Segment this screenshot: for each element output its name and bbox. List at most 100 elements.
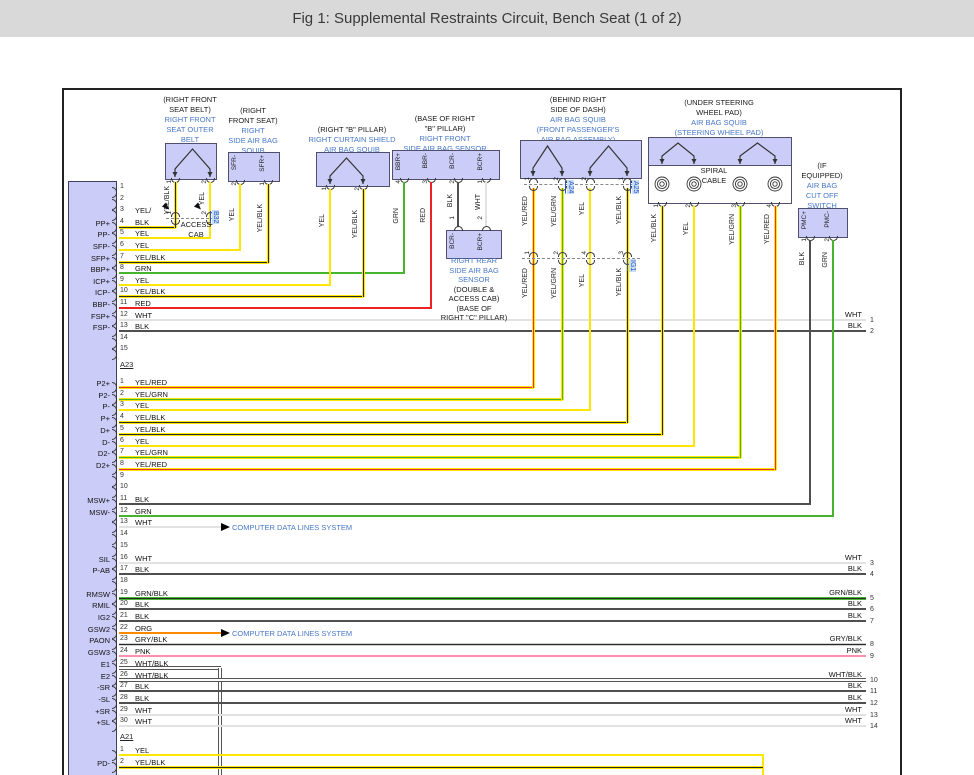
wire-color-label: WHT <box>475 194 482 210</box>
pin-number: 7 <box>120 253 124 260</box>
terminal-cup <box>482 226 491 231</box>
pin-number: 5 <box>120 425 124 432</box>
pin-number: 16 <box>120 554 128 561</box>
pin-number: 1 <box>120 183 124 190</box>
ecu-pin-name: -SR <box>78 683 110 692</box>
ecu-pin-name: RMSW <box>78 590 110 599</box>
pin-number: 10 <box>120 483 128 490</box>
wire-YEL/RED <box>532 188 535 388</box>
edge-wire-number: 7 <box>870 618 874 625</box>
wire-color-label: YEL/RED <box>522 268 529 298</box>
squib-symbol <box>316 152 388 185</box>
connector-id-tag[interactable]: A24 <box>567 180 574 194</box>
ecu-pin-name: E2 <box>78 672 110 681</box>
wire-color-label: YEL <box>579 202 586 215</box>
wire-WHT <box>485 182 487 227</box>
wire-WHT/BLK <box>119 678 866 682</box>
pin-number: 15 <box>120 542 128 549</box>
component-pin-label: BCR+ <box>477 233 484 251</box>
component-caption: (UNDER STEERINGWHEEL PAD) <box>659 98 779 118</box>
data-lines-label: COMPUTER DATA LINES SYSTEM <box>232 629 352 638</box>
edge-wire-color: WHT <box>792 716 862 725</box>
ecu-pin-name: MSW- <box>78 508 110 517</box>
ecu-pin-name: SIL <box>78 555 110 564</box>
wire-color-label: YEL <box>579 274 586 287</box>
ecu-pin-name: D2+ <box>78 461 110 470</box>
wire-color-label: RED <box>420 208 427 223</box>
ecu-pin-name: FSP- <box>78 323 110 332</box>
ecu-pin-name: RMIL <box>78 601 110 610</box>
pin-number: 4 <box>120 413 124 420</box>
edge-wire-number: 13 <box>870 712 878 719</box>
squib-symbol <box>520 140 640 177</box>
inline-pin-number: 1 <box>166 211 173 215</box>
wire-GRN/BLK <box>119 597 866 600</box>
pin-number: 8 <box>120 460 124 467</box>
wire-YEL <box>119 249 241 251</box>
pin-number: 13 <box>120 518 128 525</box>
component-pin-label: BCR- <box>449 153 456 169</box>
wire-ORG <box>119 632 221 634</box>
wire-YEL <box>119 445 695 447</box>
ecu-pin-name: D- <box>78 438 110 447</box>
ecu-pin-name: GSW2 <box>78 625 110 634</box>
pin-number: 28 <box>120 694 128 701</box>
wire-RED <box>430 182 432 309</box>
ecu-pin-name: D2- <box>78 449 110 458</box>
pin-number: 1 <box>120 746 124 753</box>
connector-id-tag[interactable]: B32 <box>212 210 219 224</box>
connector-id-tag[interactable]: A25 <box>632 180 639 194</box>
pin-number: 14 <box>120 334 128 341</box>
ecu-pin-name: PP- <box>78 230 110 239</box>
component-pin-label: BBR- <box>422 153 429 169</box>
edge-wire-color: BLK <box>792 681 862 690</box>
pin-number: 21 <box>120 612 128 619</box>
wire-RED <box>119 307 432 309</box>
component-pin-number: 3 <box>731 204 738 208</box>
wire-YEL/RED <box>774 206 777 470</box>
wire-YEL/BLK <box>626 188 629 423</box>
pin-number: 11 <box>120 299 127 306</box>
inline-pin-number: 3 <box>618 251 625 255</box>
connector-id-tag[interactable]: IG1 <box>629 259 636 272</box>
terminal-cup <box>586 178 595 183</box>
wire-BLK <box>119 620 866 622</box>
pin-number: 9 <box>120 276 124 283</box>
component-pin-label: SFR- <box>231 155 238 170</box>
ecu-pin-name: BBP- <box>78 300 110 309</box>
connector-id-link[interactable]: A23 <box>120 360 133 369</box>
pin-number: 4 <box>120 218 124 225</box>
inline-pin-number: 4 <box>581 251 588 255</box>
component-caption: (IFEQUIPPED) <box>762 161 882 181</box>
wire-GRN <box>832 240 834 517</box>
wire-YEL/RED <box>119 468 776 471</box>
wire-BLK <box>457 182 459 227</box>
pin-number: 15 <box>120 345 128 352</box>
pin-number: 30 <box>120 717 128 724</box>
pin-number: 11 <box>120 495 127 502</box>
connector-id-link[interactable]: A21 <box>120 732 133 741</box>
edge-wire-color: BLK <box>792 564 862 573</box>
component-caption-name: RIGHT REARSIDE AIR BAGSENSOR <box>438 256 510 285</box>
pin-number: 20 <box>120 600 128 607</box>
wire-color-label: YEL/ <box>135 206 151 215</box>
pin-number: 2 <box>120 195 124 202</box>
component-pin-number: 1 <box>653 204 660 208</box>
edge-wire-number: 4 <box>870 571 874 578</box>
component-pin-number: 1 <box>477 180 484 184</box>
pin-number: 12 <box>120 507 128 514</box>
edge-wire-color: WHT <box>792 553 862 562</box>
inline-pin-number: 2 <box>553 251 560 255</box>
edge-wire-number: 14 <box>870 723 878 730</box>
edge-wire-color: WHT <box>792 705 862 714</box>
component-pin-number: 1 <box>449 216 456 220</box>
wire-BLK <box>119 690 866 692</box>
component-pin-label: BBR+ <box>395 153 402 170</box>
edge-wire-number: 11 <box>870 688 877 695</box>
wire-GRN <box>403 182 405 274</box>
pin-number: 29 <box>120 706 128 713</box>
pin-number: 3 <box>120 206 124 213</box>
wire-YEL/BLK <box>119 433 663 436</box>
wire-WHT/BLK <box>119 666 221 670</box>
component-pin-number: 1 <box>166 180 173 184</box>
